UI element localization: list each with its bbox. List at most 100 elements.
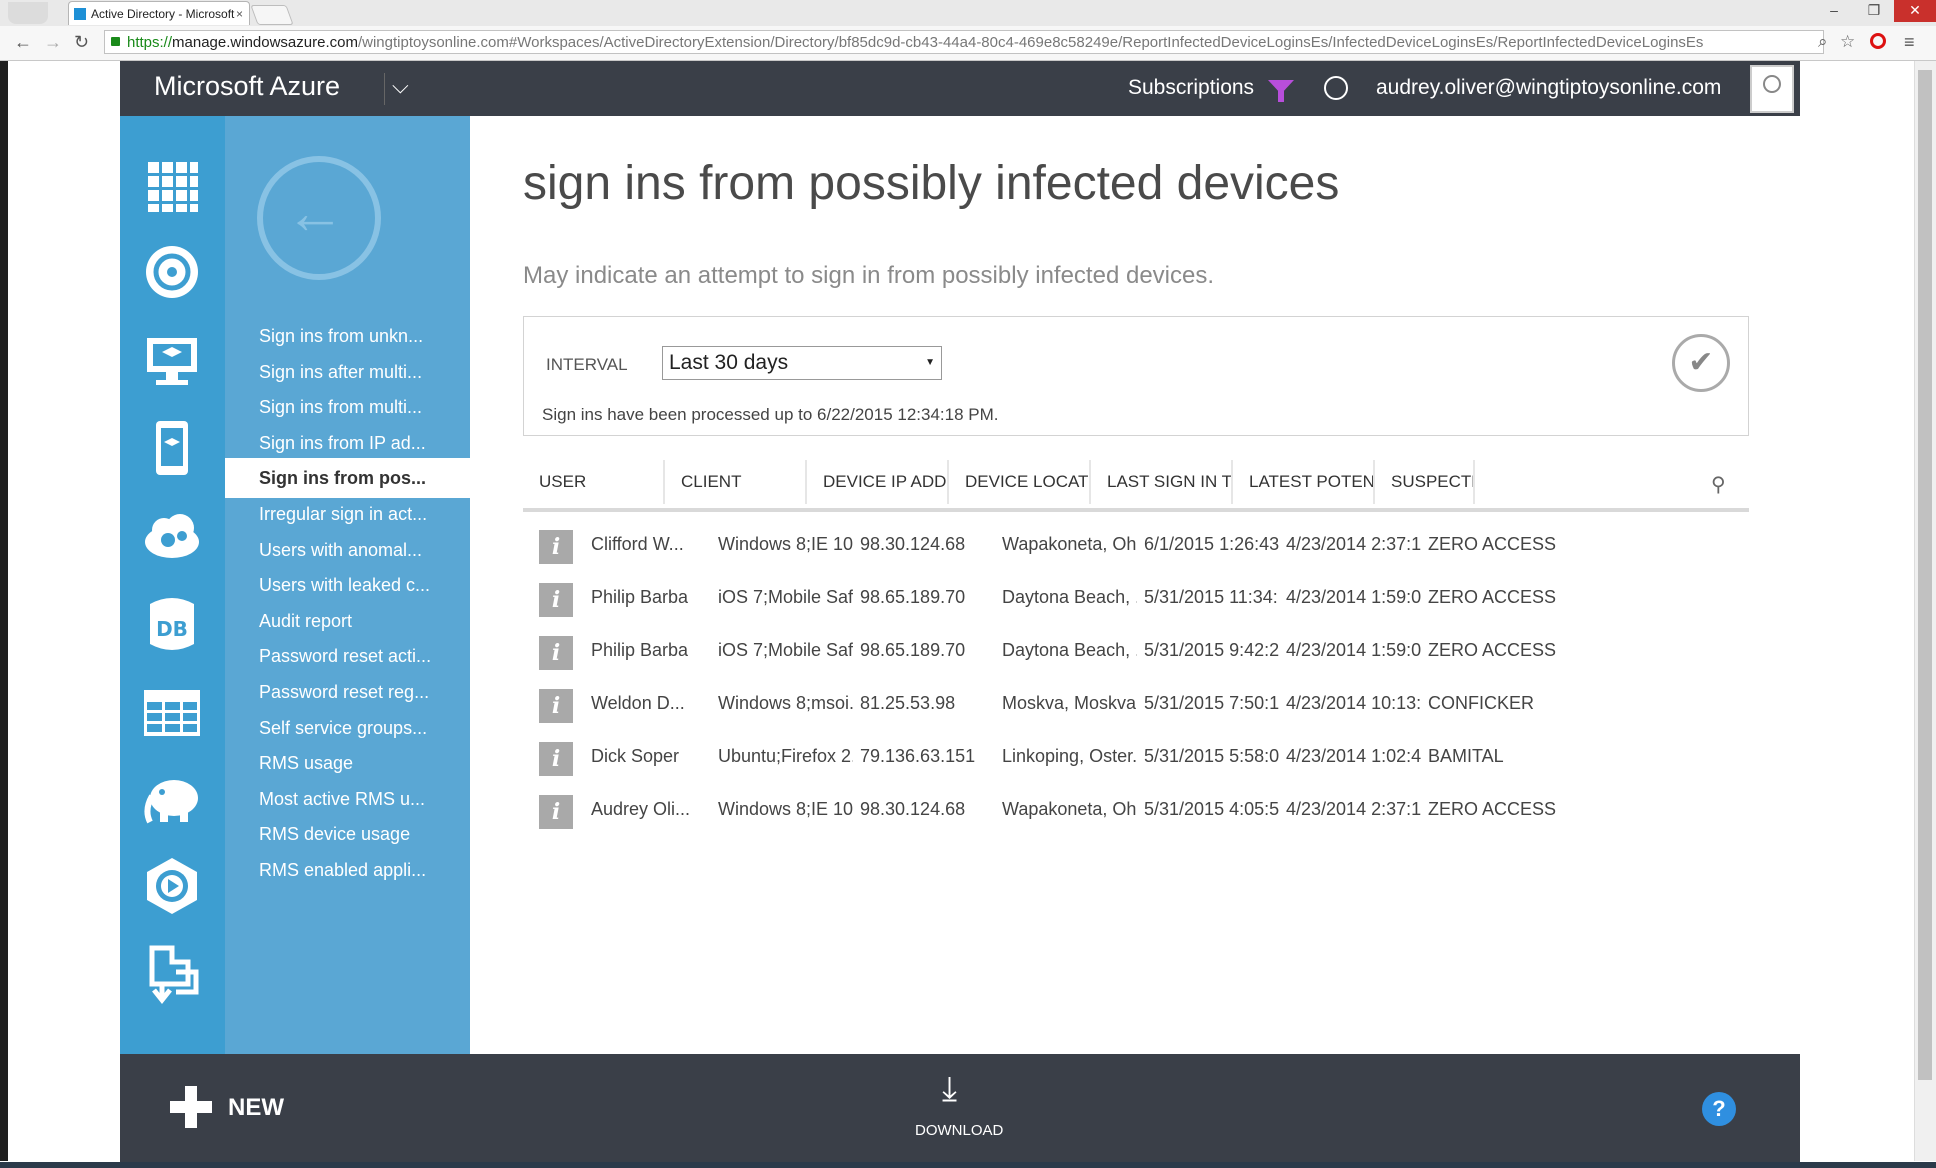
sidebar-item[interactable]: Sign ins from pos...: [225, 458, 470, 499]
hdinsight-elephant-icon[interactable]: [142, 768, 202, 828]
table-row[interactable]: i Philip Barba iOS 7;Mobile Saf... 98.65.18…: [523, 624, 1749, 677]
table-cell: 4/23/2014 1:02:4...: [1286, 746, 1421, 766]
interval-value: Last 30 days: [669, 351, 789, 374]
sidebar-item[interactable]: RMS enabled appli...: [225, 850, 470, 890]
globe-icon[interactable]: [1324, 76, 1348, 100]
window-close-button[interactable]: ✕: [1894, 0, 1936, 22]
cloud-service-icon[interactable]: [142, 506, 202, 566]
tab-close-icon[interactable]: ×: [236, 2, 243, 25]
media-services-icon[interactable]: [142, 856, 202, 916]
processed-status: Sign ins have been processed up to 6/22/…: [542, 405, 999, 424]
table-cell: Daytona Beach, ...: [1002, 587, 1137, 607]
window-minimize-button[interactable]: –: [1814, 0, 1854, 22]
interval-select[interactable]: Last 30 days ▼: [662, 346, 942, 380]
reload-icon[interactable]: ↻: [74, 32, 89, 53]
table-cell: 5/31/2015 9:42:2...: [1144, 640, 1279, 660]
import-export-icon[interactable]: [142, 944, 202, 1004]
table-cell: iOS 7;Mobile Saf...: [718, 640, 853, 660]
info-icon[interactable]: i: [539, 742, 573, 776]
plus-icon[interactable]: [170, 1086, 212, 1128]
info-icon[interactable]: i: [539, 636, 573, 670]
table-cell: 5/31/2015 11:34:...: [1144, 587, 1279, 607]
window-maximize-button[interactable]: ❐: [1854, 0, 1894, 22]
sidebar-item[interactable]: Sign ins from multi...: [225, 387, 470, 427]
mobile-service-icon[interactable]: [142, 418, 202, 478]
sidebar-item[interactable]: Users with anomal...: [225, 530, 470, 570]
extension-icon[interactable]: [1870, 33, 1886, 49]
window-left-edge: [0, 61, 8, 1161]
azure-portal: Microsoft Azure ⌵ Subscriptions audrey.o…: [120, 61, 1800, 1162]
sidebar-item[interactable]: Users with leaked c...: [225, 565, 470, 605]
apply-check-icon[interactable]: ✔: [1672, 334, 1730, 392]
profile-icon[interactable]: [8, 2, 48, 24]
help-icon[interactable]: ?: [1702, 1092, 1736, 1126]
sidebar-item[interactable]: Most active RMS u...: [225, 779, 470, 819]
os-taskbar: [0, 1162, 1936, 1168]
browser-tab[interactable]: Active Directory - Microsoft ×: [68, 1, 250, 25]
sidebar-item[interactable]: Sign ins after multi...: [225, 352, 470, 392]
database-icon[interactable]: DB: [142, 594, 202, 654]
table-cell: Moskva, Moskva...: [1002, 693, 1137, 713]
info-icon[interactable]: i: [539, 530, 573, 564]
zoom-search-icon[interactable]: ⌕: [1818, 32, 1828, 52]
table-cell: 98.30.124.68: [860, 534, 966, 554]
url-scheme: https://: [127, 34, 173, 51]
column-header[interactable]: LAST SIGN IN TI...: [1091, 460, 1233, 504]
info-icon[interactable]: i: [539, 795, 573, 829]
search-icon[interactable]: ⚲: [1711, 472, 1726, 497]
url-input[interactable]: https://manage.windowsazure.com/wingtipt…: [104, 30, 1824, 54]
chevron-down-icon[interactable]: ⌵: [392, 73, 409, 99]
table-body: i Clifford W... Windows 8;IE 10.0 98.30.124…: [523, 512, 1749, 836]
new-button[interactable]: NEW: [228, 1094, 284, 1122]
column-header[interactable]: CLIENT: [665, 460, 807, 504]
sidebar-item[interactable]: Self service groups...: [225, 708, 470, 748]
forward-arrow-icon[interactable]: →: [44, 32, 62, 53]
column-header[interactable]: USER: [523, 460, 665, 504]
table-row[interactable]: i Dick Soper Ubuntu;Firefox 2... 79.136.63.…: [523, 730, 1749, 783]
brand-title[interactable]: Microsoft Azure: [154, 71, 340, 102]
table-cell: 98.65.189.70: [860, 587, 966, 607]
back-arrow-icon[interactable]: ←: [14, 32, 32, 53]
sidebar-item[interactable]: RMS usage: [225, 743, 470, 783]
sidebar-item[interactable]: Sign ins from unkn...: [225, 316, 470, 356]
download-icon[interactable]: ⤓: [942, 1070, 957, 1109]
subscriptions-link[interactable]: Subscriptions: [1128, 76, 1254, 100]
table-cell: 5/31/2015 5:58:0...: [1144, 746, 1279, 766]
scrollbar-thumb[interactable]: [1918, 70, 1932, 1080]
column-header[interactable]: DEVICE LOCATI...: [949, 460, 1091, 504]
sidebar-item[interactable]: Irregular sign in act...: [225, 494, 470, 534]
top-header: Microsoft Azure ⌵ Subscriptions audrey.o…: [120, 61, 1800, 116]
table-cell: Clifford W...: [591, 534, 684, 554]
sidebar-item[interactable]: Sign ins from IP ad...: [225, 423, 470, 463]
avatar[interactable]: [1750, 65, 1794, 113]
column-header[interactable]: LATEST POTEN...: [1233, 460, 1375, 504]
browser-menu-icon[interactable]: ≡: [1904, 32, 1915, 53]
tab-title: Active Directory - Microsoft: [91, 7, 235, 21]
table-cell: 98.30.124.68: [860, 799, 966, 819]
table-row[interactable]: i Audrey Oli... Windows 8;IE 10.0 98.30.124…: [523, 783, 1749, 836]
sidebar-item[interactable]: RMS device usage: [225, 814, 470, 854]
user-email[interactable]: audrey.oliver@wingtiptoysonline.com: [1376, 76, 1721, 100]
bookmark-star-icon[interactable]: ☆: [1840, 32, 1855, 52]
sidebar-item[interactable]: Password reset reg...: [225, 672, 470, 712]
column-header[interactable]: SUSPECTE...: [1375, 460, 1475, 504]
new-tab-button[interactable]: [250, 5, 294, 25]
info-icon[interactable]: i: [539, 583, 573, 617]
column-header[interactable]: DEVICE IP ADD...: [807, 460, 949, 504]
table-header: ⚲ USER CLIENT DEVICE IP ADD... DEVICE LOCAT…: [523, 460, 1749, 512]
info-icon[interactable]: i: [539, 689, 573, 723]
table-row[interactable]: i Philip Barba iOS 7;Mobile Saf... 98.65.18…: [523, 571, 1749, 624]
table-storage-icon[interactable]: [142, 682, 202, 742]
grid-icon[interactable]: [142, 156, 202, 216]
sidebar-item[interactable]: Audit report: [225, 601, 470, 641]
download-button[interactable]: DOWNLOAD: [915, 1122, 1003, 1139]
virtual-machine-icon[interactable]: [142, 330, 202, 390]
table-row[interactable]: i Weldon D... Windows 8;msoi... 81.25.53.98…: [523, 677, 1749, 730]
table-row[interactable]: i Clifford W... Windows 8;IE 10.0 98.30.124…: [523, 518, 1749, 571]
sidebar-item[interactable]: Password reset acti...: [225, 636, 470, 676]
globe-network-icon[interactable]: [142, 242, 202, 302]
back-button[interactable]: ←: [257, 156, 381, 280]
table-cell: 4/23/2014 10:13:...: [1286, 693, 1421, 713]
table-cell: Ubuntu;Firefox 2...: [718, 746, 853, 766]
table-cell: 98.65.189.70: [860, 640, 966, 660]
